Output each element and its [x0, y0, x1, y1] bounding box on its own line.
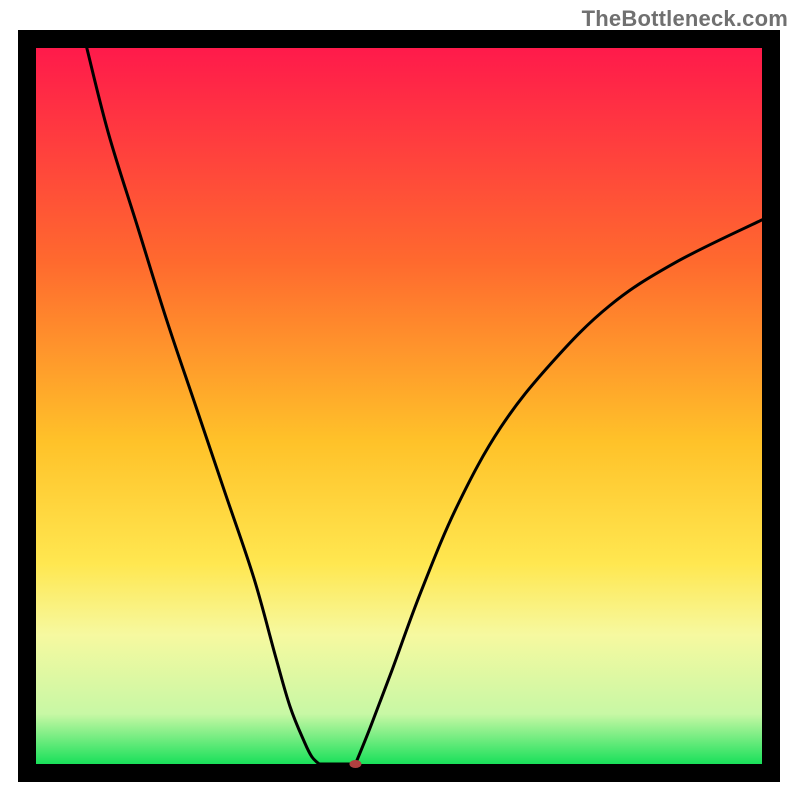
watermark-label: TheBottleneck.com [582, 6, 788, 32]
gradient-background [36, 48, 762, 764]
notch-marker [349, 760, 361, 768]
chart-svg [18, 30, 780, 782]
chart-wrapper: TheBottleneck.com [0, 0, 800, 800]
plot-frame [18, 30, 780, 782]
